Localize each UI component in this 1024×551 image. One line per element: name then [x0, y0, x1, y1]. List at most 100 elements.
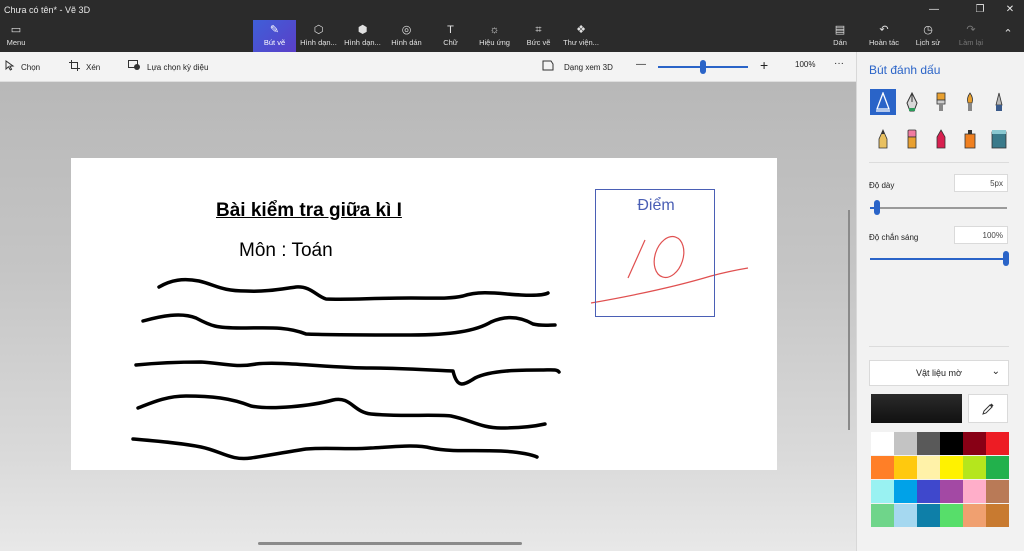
select-label: Chọn	[21, 62, 41, 72]
watercolor-tool[interactable]	[957, 89, 983, 115]
score-box: Điểm	[595, 189, 715, 317]
canvas-paper[interactable]: Bài kiểm tra giữa kì I Môn : Toán Điểm	[71, 158, 777, 470]
color-swatch[interactable]	[871, 480, 894, 503]
color-swatch[interactable]	[986, 432, 1009, 455]
paste-button[interactable]: ▤ Dán	[826, 20, 854, 52]
color-swatch[interactable]	[894, 456, 917, 479]
calligraphy-pen-tool[interactable]	[899, 89, 925, 115]
horizontal-scrollbar[interactable]	[258, 542, 522, 545]
opacity-input[interactable]: 100%	[954, 226, 1008, 244]
tool-effects[interactable]: ☼ Hiệu ứng	[473, 20, 516, 52]
pixel-pen-tool[interactable]	[986, 89, 1012, 115]
select-button[interactable]: Chọn	[5, 60, 40, 74]
color-swatch[interactable]	[917, 456, 940, 479]
history-button[interactable]: ◷ Lịch sử	[910, 20, 946, 52]
effects-icon: ☼	[489, 24, 500, 36]
crop-icon	[69, 60, 80, 74]
pencil-tool[interactable]	[870, 126, 896, 152]
opacity-label: Độ chắn sáng	[869, 233, 919, 242]
color-swatch[interactable]	[986, 480, 1009, 503]
view-3d-button[interactable]: Dạng xem 3D	[542, 60, 613, 74]
cursor-icon	[5, 60, 15, 74]
color-swatch[interactable]	[871, 504, 894, 527]
tool-brushes[interactable]: ✎ Bút vẽ	[253, 20, 296, 52]
color-swatch[interactable]	[917, 480, 940, 503]
color-swatch[interactable]	[940, 432, 963, 455]
tool-stickers[interactable]: ◎ Hình dán	[385, 20, 428, 52]
pencil-icon	[878, 129, 888, 149]
thickness-input[interactable]: 5px	[954, 174, 1008, 192]
chevron-down-icon: ⌄	[991, 366, 1000, 377]
oil-brush-tool[interactable]	[928, 89, 954, 115]
undo-button[interactable]: ↶ Hoàn tác	[864, 20, 904, 52]
spray-can-tool[interactable]	[957, 126, 983, 152]
library-icon: ❖	[576, 24, 586, 36]
zoom-in-button[interactable]: +	[760, 57, 768, 73]
panel-divider	[869, 162, 1009, 163]
color-swatch[interactable]	[917, 504, 940, 527]
zoom-level: 100%	[795, 60, 816, 69]
color-swatch[interactable]	[963, 432, 986, 455]
color-swatch[interactable]	[871, 432, 894, 455]
tool-text[interactable]: T Chữ	[429, 20, 472, 52]
redo-button[interactable]: ↷ Làm lại	[952, 20, 990, 52]
color-swatch[interactable]	[894, 504, 917, 527]
color-swatch[interactable]	[940, 480, 963, 503]
vertical-scrollbar[interactable]	[848, 210, 850, 430]
fill-tool[interactable]	[986, 126, 1012, 152]
color-swatch[interactable]	[986, 456, 1009, 479]
zoom-out-button[interactable]: —	[636, 59, 646, 70]
tool-3d-library[interactable]: ❖ Thư viện...	[561, 20, 601, 52]
color-swatch[interactable]	[940, 456, 963, 479]
eraser-tool[interactable]	[899, 126, 925, 152]
color-swatch[interactable]	[917, 432, 940, 455]
title-and-toolbar: Chưa có tên* - Vẽ 3D — ❐ ✕ ▭ Menu ✎ Bút …	[0, 0, 1024, 52]
crayon-tool[interactable]	[928, 126, 954, 152]
crop-button[interactable]: Xén	[69, 60, 100, 74]
color-swatch[interactable]	[871, 456, 894, 479]
restore-button[interactable]: ❐	[966, 3, 994, 17]
color-swatch[interactable]	[986, 504, 1009, 527]
thickness-slider-thumb[interactable]	[874, 200, 880, 215]
magic-select-button[interactable]: Lựa chọn kỳ diệu	[128, 60, 208, 74]
pixel-pen-icon	[995, 92, 1003, 111]
opacity-slider-thumb[interactable]	[1003, 251, 1009, 266]
color-swatch[interactable]	[963, 456, 986, 479]
zoom-slider-thumb[interactable]	[700, 60, 706, 74]
eyedropper-icon	[982, 403, 994, 415]
tool-canvas[interactable]: ⌗ Bức vẽ	[517, 20, 560, 52]
redo-icon: ↷	[966, 24, 976, 36]
color-swatch[interactable]	[940, 504, 963, 527]
canvas-icon: ⌗	[535, 24, 542, 36]
history-icon: ◷	[923, 24, 933, 36]
scribble-line-4	[136, 394, 547, 430]
menu-button[interactable]: ▭ Menu	[0, 20, 32, 52]
minimize-button[interactable]: —	[920, 3, 948, 17]
fill-icon	[991, 130, 1007, 149]
eraser-icon	[907, 129, 917, 149]
view-3d-icon	[542, 60, 554, 74]
magic-select-icon	[128, 60, 141, 74]
panel-divider-2	[869, 346, 1009, 347]
calligraphy-pen-icon	[906, 92, 918, 112]
opacity-slider-fill	[870, 258, 1007, 260]
more-options-button[interactable]: ···	[834, 58, 844, 69]
scribble-line-1	[157, 277, 550, 302]
material-value: Vật liệu mờ	[916, 368, 962, 378]
scribble-line-3	[134, 360, 561, 386]
current-color-swatch[interactable]	[871, 394, 962, 423]
eyedropper-button[interactable]	[968, 394, 1008, 423]
menu-label: Menu	[6, 38, 26, 47]
scribble-line-2	[141, 313, 557, 337]
tool-2d-shapes[interactable]: ⬡ Hình dạn...	[297, 20, 340, 52]
color-swatch[interactable]	[963, 480, 986, 503]
thickness-slider-track[interactable]	[870, 207, 1007, 209]
marker-tool[interactable]	[870, 89, 896, 115]
tool-3d-shapes[interactable]: ⬢ Hình dạn...	[341, 20, 384, 52]
menu-icon: ▭	[10, 24, 22, 36]
color-swatch[interactable]	[963, 504, 986, 527]
close-button[interactable]: ✕	[996, 3, 1024, 17]
material-dropdown[interactable]: Vật liệu mờ ⌄	[869, 360, 1009, 386]
color-swatch[interactable]	[894, 432, 917, 455]
color-swatch[interactable]	[894, 480, 917, 503]
